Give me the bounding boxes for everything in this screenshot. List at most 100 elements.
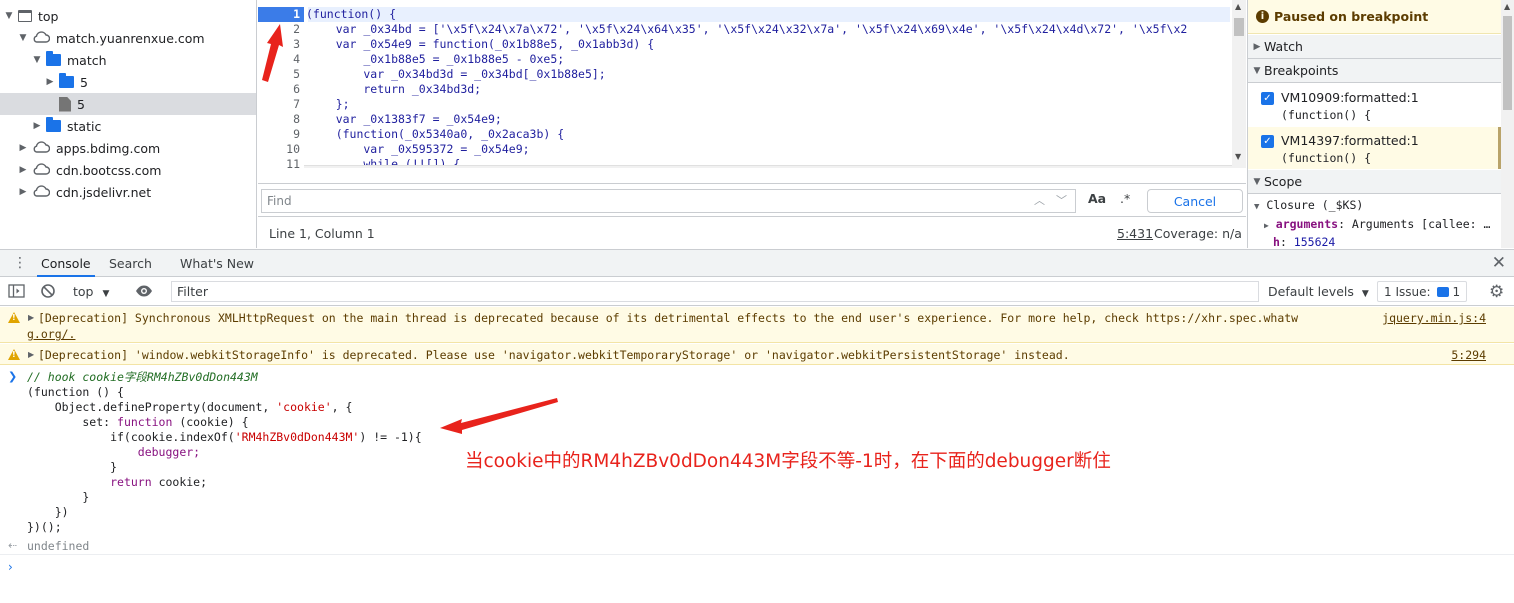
close-icon[interactable]: ✕ <box>1492 253 1506 273</box>
cancel-button[interactable]: Cancel <box>1147 189 1243 213</box>
scroll-thumb[interactable] <box>1503 16 1512 110</box>
line-number-breakpoint[interactable]: 1 <box>258 7 304 22</box>
debugger-sidebar: i Paused on breakpoint ▶ Watch ▼ Breakpo… <box>1247 0 1514 248</box>
tab-whats-new[interactable]: What's New <box>180 250 254 277</box>
line-number[interactable]: 7 <box>293 97 300 112</box>
more-vertical-icon[interactable]: ⋮ <box>13 254 27 272</box>
regex-button[interactable]: .* <box>1120 191 1130 206</box>
line-gutter[interactable]: 1 2 3 4 5 6 7 8 9 10 11 12 <box>258 0 304 168</box>
message-source-link[interactable]: jquery.min.js:4 <box>1382 311 1486 325</box>
collapsed-triangle-icon[interactable]: ▶ <box>28 350 34 359</box>
scope-arguments-row[interactable]: ▶ arguments: Arguments [callee: … <box>1264 217 1490 231</box>
collapsed-triangle-icon[interactable]: ▶ <box>45 77 55 87</box>
collapsed-triangle-icon[interactable]: ▶ <box>18 165 28 175</box>
issues-button[interactable]: 1 Issue: 1 <box>1377 281 1467 302</box>
checkbox-checked-icon[interactable]: ✓ <box>1261 92 1274 105</box>
line-number[interactable]: 11 <box>286 157 300 168</box>
info-icon: i <box>1256 10 1269 23</box>
breakpoint-item-active[interactable]: ✓ VM14397:formatted:1 (function() { <box>1248 127 1501 169</box>
warning-icon <box>8 349 20 360</box>
sidebar-scrollbar[interactable]: ▲ <box>1501 0 1514 248</box>
warning-link[interactable]: g.org/. <box>27 327 75 341</box>
editor-vertical-scrollbar[interactable]: ▲ ▼ <box>1232 0 1246 168</box>
code-area[interactable]: 1 2 3 4 5 6 7 8 9 10 11 12 (function() {… <box>258 0 1246 168</box>
property-value: : Arguments [callee: … <box>1338 217 1491 231</box>
editor-status-bar: Line 1, Column 1 5:431 Coverage: n/a <box>258 218 1246 248</box>
log-levels-select[interactable]: Default levels ▼ <box>1268 284 1369 299</box>
line-number[interactable]: 4 <box>293 52 300 67</box>
find-next-icon[interactable]: ﹀ <box>1056 192 1067 208</box>
scope-section-header[interactable]: ▼ Scope <box>1248 170 1501 194</box>
code-line: _0x1b88e5 = _0x1b88e5 - 0xe5; <box>308 52 565 66</box>
scroll-down-icon[interactable]: ▼ <box>1235 152 1241 161</box>
tree-item-domain[interactable]: ▶ cdn.bootcss.com <box>0 159 256 181</box>
breakpoint-location: VM10909:formatted:1 <box>1281 90 1419 105</box>
frame-icon <box>18 10 32 22</box>
line-number[interactable]: 8 <box>293 112 300 127</box>
context-select[interactable]: top ▼ <box>73 284 109 299</box>
line-number[interactable]: 3 <box>293 37 300 52</box>
find-previous-icon[interactable]: ︿ <box>1034 192 1045 208</box>
collapsed-triangle-icon[interactable]: ▶ <box>32 121 42 131</box>
checkbox-checked-icon[interactable]: ✓ <box>1261 135 1274 148</box>
source-location-link[interactable]: 5:431 <box>1117 226 1153 241</box>
tab-console[interactable]: Console <box>37 250 95 277</box>
coverage-status: Coverage: n/a <box>1154 225 1242 241</box>
expand-triangle-icon[interactable]: ▼ <box>4 11 14 21</box>
tree-item-top[interactable]: ▼ top <box>0 5 256 27</box>
filter-input[interactable] <box>171 281 1259 302</box>
code-lines[interactable]: (function() { var _0x34bd = ['\x5f\x24\x… <box>308 0 1230 168</box>
line-number[interactable]: 10 <box>286 142 300 157</box>
editor-horizontal-scrollbar[interactable]: ◀ ▶ <box>304 165 1232 168</box>
tree-item-file-selected[interactable]: 5 <box>0 93 256 115</box>
tree-item-label: apps.bdimg.com <box>56 140 161 156</box>
tree-item-domain[interactable]: ▶ cdn.jsdelivr.net <box>0 181 256 203</box>
code-line: return cookie; <box>27 475 207 490</box>
code-line: debugger; <box>27 445 201 459</box>
scope-closure-row[interactable]: ▼ Closure (_$KS) <box>1254 198 1363 212</box>
collapsed-triangle-icon[interactable]: ▶ <box>18 187 28 197</box>
watch-section-header[interactable]: ▶ Watch <box>1248 35 1501 59</box>
match-case-button[interactable]: Aa <box>1088 191 1106 206</box>
tree-item-folder[interactable]: ▶ 5 <box>0 71 256 93</box>
gear-icon[interactable]: ⚙ <box>1489 282 1504 302</box>
tree-item-domain[interactable]: ▶ apps.bdimg.com <box>0 137 256 159</box>
message-source-link[interactable]: 5:294 <box>1451 348 1486 362</box>
console-prompt-icon[interactable]: › <box>8 560 13 574</box>
breakpoints-section-header[interactable]: ▼ Breakpoints <box>1248 59 1501 83</box>
scroll-up-icon[interactable]: ▲ <box>1235 2 1241 11</box>
expand-triangle-icon[interactable]: ▼ <box>18 33 28 43</box>
collapsed-triangle-icon[interactable]: ▶ <box>18 143 28 153</box>
line-number[interactable]: 5 <box>293 67 300 82</box>
code-token: Object.defineProperty(document, <box>27 400 277 414</box>
issues-label: 1 Issue: <box>1384 284 1431 299</box>
eye-icon[interactable] <box>135 284 153 301</box>
expand-triangle-icon: ▼ <box>1253 65 1261 76</box>
tree-item-label: cdn.jsdelivr.net <box>56 184 152 200</box>
code-line: set: function (cookie) { <box>27 415 248 430</box>
code-line: } <box>27 490 90 504</box>
find-input[interactable] <box>261 189 1076 213</box>
breakpoint-item[interactable]: ✓ VM10909:formatted:1 (function() { <box>1248 84 1501 126</box>
scroll-thumb[interactable] <box>1234 18 1244 36</box>
tab-search[interactable]: Search <box>109 250 152 277</box>
collapsed-triangle-icon[interactable]: ▶ <box>28 313 34 322</box>
line-number[interactable]: 2 <box>293 22 300 37</box>
property-value: 155624 <box>1293 235 1336 248</box>
line-number[interactable]: 9 <box>293 127 300 142</box>
issues-count: 1 <box>1452 284 1461 299</box>
scope-h-row[interactable]: h: 155624 <box>1273 235 1335 248</box>
sidebar-toggle-icon[interactable] <box>8 283 25 302</box>
code-line: }; <box>308 97 350 111</box>
scroll-up-icon[interactable]: ▲ <box>1504 2 1510 11</box>
line-number[interactable]: 6 <box>293 82 300 97</box>
cloud-icon <box>32 141 50 153</box>
tree-item-folder[interactable]: ▼ match <box>0 49 256 71</box>
clear-console-icon[interactable] <box>40 283 56 302</box>
code-token: if(cookie.indexOf( <box>27 430 235 444</box>
tree-item-domain[interactable]: ▼ match.yuanrenxue.com <box>0 27 256 49</box>
expand-triangle-icon[interactable]: ▼ <box>32 55 42 65</box>
code-string: 'cookie' <box>276 400 332 414</box>
tree-item-folder[interactable]: ▶ static <box>0 115 256 137</box>
